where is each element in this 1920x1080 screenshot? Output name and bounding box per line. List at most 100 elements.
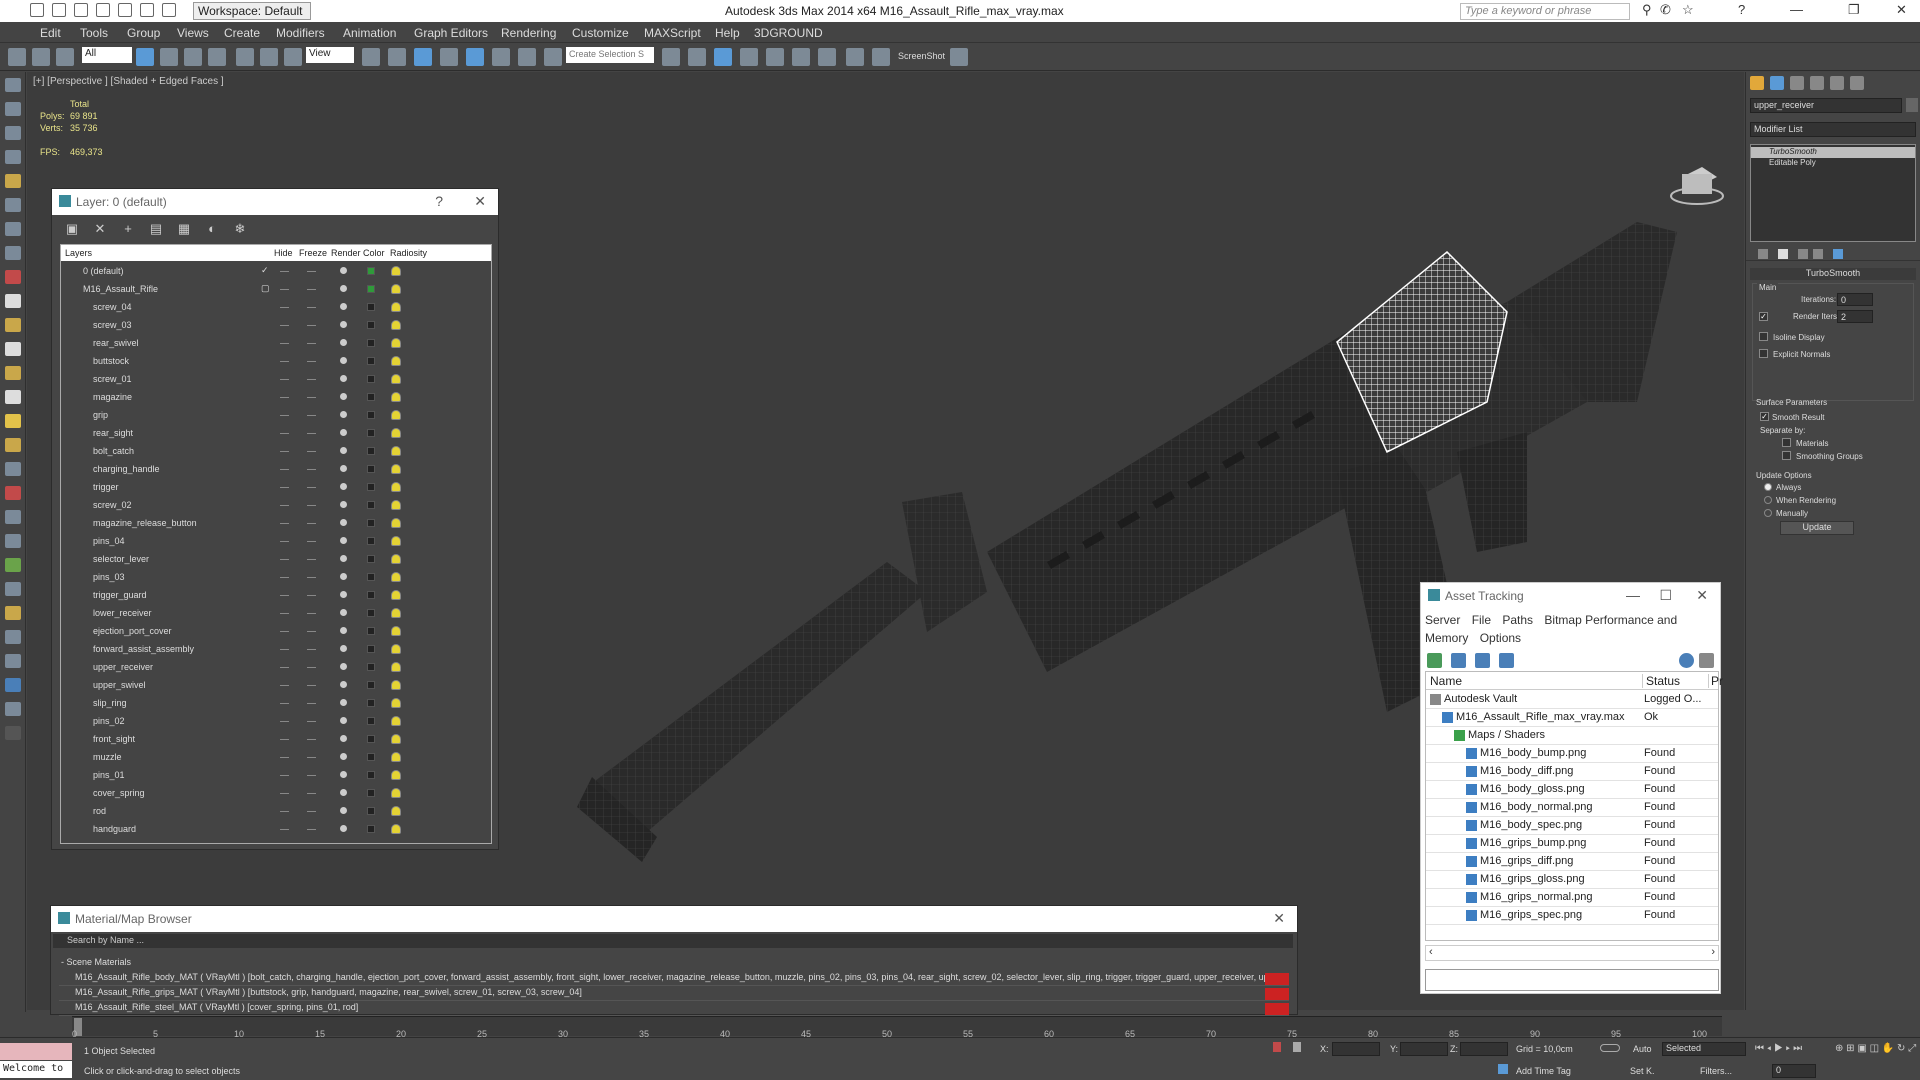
hide-toggle[interactable] — [280, 343, 289, 344]
col-render[interactable]: Render — [331, 248, 361, 258]
render-toggle-icon[interactable] — [340, 537, 347, 544]
radiosity-icon[interactable] — [391, 626, 401, 636]
iterations-spinner[interactable]: 0 — [1837, 293, 1873, 306]
layer-row[interactable]: front_sight — [61, 731, 491, 749]
asset-menu-bitmap[interactable]: Bitmap Performance and Memory — [1425, 613, 1677, 645]
hide-toggle[interactable] — [280, 577, 289, 578]
update-button[interactable]: Update — [1780, 521, 1854, 535]
torus-icon[interactable] — [5, 366, 21, 380]
modifier-stack-item[interactable]: TurboSmooth — [1751, 147, 1915, 158]
render-toggle-icon[interactable] — [340, 483, 347, 490]
asset-panel-titlebar[interactable]: Asset Tracking — ☐ ✕ — [1421, 583, 1720, 609]
redo-icon[interactable] — [140, 3, 154, 17]
help-icon[interactable] — [1679, 653, 1694, 668]
layer-color-swatch[interactable] — [367, 447, 375, 455]
layer-row[interactable]: upper_swivel — [61, 677, 491, 695]
menu-views[interactable]: Views — [177, 26, 209, 40]
angle-snap-icon[interactable] — [466, 48, 484, 66]
render-toggle-icon[interactable] — [340, 789, 347, 796]
isoline-checkbox[interactable] — [1759, 332, 1768, 341]
scene-explorer-icon[interactable] — [5, 102, 21, 116]
render-iters-checkbox[interactable]: ✓ — [1759, 312, 1768, 321]
menu-help[interactable]: Help — [715, 26, 740, 40]
create-layer-icon[interactable]: ▣ — [64, 221, 80, 237]
hide-toggle[interactable] — [280, 739, 289, 740]
radiosity-icon[interactable] — [391, 806, 401, 816]
layer-row[interactable]: buttstock — [61, 353, 491, 371]
material-row[interactable]: M16_Assault_Rifle_body_MAT ( VRayMtl ) [… — [59, 972, 1289, 986]
layer-row[interactable]: 0 (default) ✓ — [61, 263, 491, 281]
layer-row[interactable]: handguard — [61, 821, 491, 839]
layer-row[interactable]: grip — [61, 407, 491, 425]
layer-row[interactable]: pins_01 — [61, 767, 491, 785]
render-toggle-icon[interactable] — [340, 339, 347, 346]
col-layers[interactable]: Layers — [65, 248, 92, 258]
asset-row[interactable]: Autodesk Vault Logged O... — [1426, 691, 1718, 709]
radiosity-icon[interactable] — [391, 518, 401, 528]
menu-edit[interactable]: Edit — [40, 26, 61, 40]
col-status[interactable]: Status — [1642, 674, 1680, 688]
radiosity-icon[interactable] — [391, 698, 401, 708]
render-toggle-icon[interactable] — [340, 303, 347, 310]
asset-row[interactable]: Maps / Shaders — [1426, 727, 1718, 745]
spinner-snap-icon[interactable] — [518, 48, 536, 66]
modify-tab-icon[interactable] — [1770, 76, 1784, 90]
maximize-viewport-icon[interactable]: ⤢ — [1908, 1043, 1916, 1054]
freeze-toggle[interactable] — [307, 451, 316, 452]
layers-icon[interactable] — [5, 126, 21, 140]
menu-animation[interactable]: Animation — [343, 26, 396, 40]
scroll-right-icon[interactable]: › — [1711, 946, 1715, 958]
hide-toggle[interactable] — [280, 613, 289, 614]
x-coordinate-input[interactable] — [1332, 1042, 1380, 1056]
maximize-button[interactable]: ❐ — [1848, 2, 1860, 18]
hold-icon[interactable] — [162, 3, 176, 17]
bones-icon[interactable] — [5, 486, 21, 500]
hide-toggle[interactable] — [280, 685, 289, 686]
save-file-icon[interactable] — [96, 3, 110, 17]
snaps-toggle-icon[interactable] — [440, 48, 458, 66]
hide-toggle[interactable] — [280, 541, 289, 542]
select-object-icon[interactable] — [136, 48, 154, 66]
render-toggle-icon[interactable] — [340, 501, 347, 508]
hide-toggle[interactable] — [280, 667, 289, 668]
rollout-turbosmooth[interactable]: TurboSmooth — [1750, 268, 1916, 280]
layer-row[interactable]: ejection_port_cover — [61, 623, 491, 641]
radiosity-icon[interactable] — [391, 428, 401, 438]
asset-row[interactable]: M16_Assault_Rifle_max_vray.max Ok — [1426, 709, 1718, 727]
material-search-input[interactable]: Search by Name ... — [53, 934, 1293, 948]
freeze-toggle[interactable] — [307, 415, 316, 416]
close-button[interactable]: ✕ — [1896, 2, 1907, 18]
material-row[interactable]: M16_Assault_Rifle_grips_MAT ( VRayMtl ) … — [59, 987, 1289, 1001]
freeze-toggle[interactable] — [307, 307, 316, 308]
radiosity-icon[interactable] — [391, 788, 401, 798]
key-icon[interactable] — [1600, 1044, 1620, 1052]
asset-menu-paths[interactable]: Paths — [1502, 613, 1533, 627]
minimize-button[interactable]: — — [1790, 2, 1803, 17]
field-of-view-icon[interactable]: ◫ — [1870, 1043, 1879, 1054]
hide-toggle[interactable] — [280, 793, 289, 794]
layer-row[interactable]: selector_lever — [61, 551, 491, 569]
radiosity-icon[interactable] — [391, 266, 401, 276]
radiosity-icon[interactable] — [391, 500, 401, 510]
pivot-center-icon[interactable] — [362, 48, 380, 66]
plane-icon[interactable] — [5, 294, 21, 308]
freeze-toggle[interactable] — [307, 775, 316, 776]
layer-color-swatch[interactable] — [367, 375, 375, 383]
layer-color-swatch[interactable] — [367, 573, 375, 581]
previous-frame-icon[interactable]: ◂ — [1767, 1043, 1772, 1054]
radiosity-icon[interactable] — [391, 824, 401, 834]
display-icon[interactable] — [5, 270, 21, 284]
rendered-frame-icon[interactable] — [872, 48, 890, 66]
layer-color-swatch[interactable] — [367, 807, 375, 815]
foliage-icon[interactable] — [5, 558, 21, 572]
time-tag-icon[interactable] — [1498, 1064, 1508, 1074]
hide-toggle[interactable] — [280, 829, 289, 830]
hide-toggle[interactable] — [280, 775, 289, 776]
layer-color-swatch[interactable] — [367, 825, 375, 833]
globe-icon[interactable] — [5, 630, 21, 644]
configure-sets-icon[interactable] — [1833, 249, 1843, 259]
table-view-icon[interactable] — [1499, 653, 1514, 668]
material-row[interactable]: M16_Assault_Rifle_steel_MAT ( VRayMtl ) … — [59, 1002, 1289, 1016]
percent-snap-icon[interactable] — [492, 48, 510, 66]
freeze-toggle[interactable] — [307, 379, 316, 380]
